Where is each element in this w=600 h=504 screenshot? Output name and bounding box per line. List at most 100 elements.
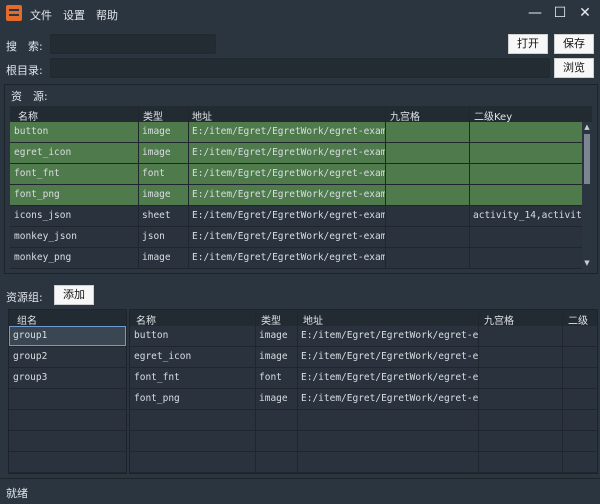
gcol-type[interactable]: 类型	[261, 312, 281, 327]
resource-cell-type[interactable]: image	[138, 248, 188, 268]
resource-cell-name[interactable]: egret_icon	[10, 143, 138, 163]
group-resource-cell-key[interactable]	[562, 389, 597, 409]
gcol-path[interactable]: 地址	[303, 312, 323, 327]
group-resource-cell-name[interactable]: font_fnt	[130, 368, 255, 388]
resource-cell-path[interactable]: E:/item/Egret/EgretWork/egret-examples	[188, 248, 385, 268]
col-type[interactable]: 类型	[143, 108, 163, 123]
resource-row[interactable]: icons_json sheet E:/item/Egret/EgretWork/e…	[10, 206, 592, 226]
resource-cell-path[interactable]: E:/item/Egret/EgretWork/egret-examples	[188, 206, 385, 226]
group-resource-cell-path[interactable]: E:/item/Egret/EgretWork/egret-examp	[297, 368, 478, 388]
group-resource-cell-type[interactable]: image	[255, 389, 297, 409]
col-nine-grid[interactable]: 九宫格	[390, 108, 420, 123]
resource-cell-type[interactable]: image	[138, 185, 188, 205]
resource-cell-type[interactable]: image	[138, 143, 188, 163]
group-resource-cell-name[interactable]: button	[130, 326, 255, 346]
group-resource-cell-name[interactable]: font_png	[130, 389, 255, 409]
group-resource-cell-path[interactable]: E:/item/Egret/EgretWork/egret-examp	[297, 389, 478, 409]
resources-scrollbar[interactable]: ▲ ▼	[582, 122, 592, 269]
group-name[interactable]: group3	[9, 368, 126, 388]
resource-cell-name[interactable]: monkey_json	[10, 227, 138, 247]
maximize-icon[interactable]: ☐	[551, 4, 569, 22]
group-list-item[interactable]: group1	[9, 326, 126, 346]
group-resource-cell-nine[interactable]	[478, 347, 562, 367]
resource-cell-path[interactable]: E:/item/Egret/EgretWork/egret-examples	[188, 227, 385, 247]
close-icon[interactable]: ✕	[576, 4, 594, 22]
resource-row[interactable]: font_fnt font E:/item/Egret/EgretWork/egre…	[10, 164, 592, 184]
resource-row[interactable]: button image E:/item/Egret/EgretWork/egret…	[10, 122, 592, 142]
group-resource-row[interactable]: font_png image E:/item/Egret/EgretWork/egr…	[130, 389, 597, 409]
resource-cell-key[interactable]	[469, 164, 582, 184]
scroll-down-icon[interactable]: ▼	[583, 259, 591, 267]
resource-cell-path[interactable]: E:/item/Egret/EgretWork/egret-examples	[188, 185, 385, 205]
group-resource-cell-nine[interactable]	[478, 389, 562, 409]
resource-cell-nine[interactable]	[385, 227, 469, 247]
group-resource-cell-type[interactable]: font	[255, 368, 297, 388]
group-name[interactable]: group1	[9, 326, 126, 346]
gcol-name[interactable]: 名称	[136, 312, 156, 327]
col-name[interactable]: 名称	[18, 108, 38, 123]
gcol-nine-grid[interactable]: 九宫格	[484, 312, 514, 327]
group-resource-row[interactable]: font_fnt font E:/item/Egret/EgretWork/egre…	[130, 368, 597, 388]
group-list-item[interactable]: group3	[9, 368, 126, 388]
resource-cell-name[interactable]: font_fnt	[10, 164, 138, 184]
group-resource-cell-nine[interactable]	[478, 326, 562, 346]
resource-cell-name[interactable]: font_png	[10, 185, 138, 205]
resource-cell-name[interactable]: monkey_png	[10, 248, 138, 268]
resource-cell-name[interactable]: icons_json	[10, 206, 138, 226]
resource-cell-type[interactable]: sheet	[138, 206, 188, 226]
resource-cell-key[interactable]	[469, 122, 582, 142]
group-resource-cell-key[interactable]	[562, 347, 597, 367]
resource-cell-nine[interactable]	[385, 143, 469, 163]
resource-cell-path[interactable]: E:/item/Egret/EgretWork/egret-examples	[188, 164, 385, 184]
scroll-thumb[interactable]	[584, 134, 590, 184]
resource-cell-name[interactable]: button	[10, 122, 138, 142]
open-button[interactable]: 打开	[508, 34, 548, 54]
resource-cell-path[interactable]: E:/item/Egret/EgretWork/egret-examples	[188, 143, 385, 163]
resource-cell-path[interactable]: E:/item/Egret/EgretWork/egret-examples	[188, 122, 385, 142]
group-resource-row[interactable]: egret_icon image E:/item/Egret/EgretWork/e…	[130, 347, 597, 367]
col-group-name[interactable]: 组名	[17, 312, 37, 327]
group-resource-row[interactable]: button image E:/item/Egret/EgretWork/egret…	[130, 326, 597, 346]
minimize-icon[interactable]: —	[526, 4, 544, 22]
resource-row[interactable]: monkey_json json E:/item/Egret/EgretWork/e…	[10, 227, 592, 247]
save-button[interactable]: 保存	[554, 34, 594, 54]
resources-table-header: 名称 类型 地址 九宫格 二级Key	[10, 106, 592, 123]
resource-cell-nine[interactable]	[385, 185, 469, 205]
group-resource-cell-type[interactable]: image	[255, 326, 297, 346]
group-resource-cell-type[interactable]: image	[255, 347, 297, 367]
resource-cell-key[interactable]	[469, 143, 582, 163]
col-path[interactable]: 地址	[192, 108, 212, 123]
root-dir-input[interactable]	[50, 58, 550, 78]
menu-settings[interactable]: 设置	[63, 7, 85, 23]
resource-cell-nine[interactable]	[385, 122, 469, 142]
resource-cell-nine[interactable]	[385, 164, 469, 184]
group-resource-cell-path[interactable]: E:/item/Egret/EgretWork/egret-examp	[297, 347, 478, 367]
resource-cell-type[interactable]: json	[138, 227, 188, 247]
group-resource-cell-nine[interactable]	[478, 368, 562, 388]
col-sub-key[interactable]: 二级Key	[474, 108, 512, 123]
resource-row[interactable]: egret_icon image E:/item/Egret/EgretWork/e…	[10, 143, 592, 163]
scroll-up-icon[interactable]: ▲	[583, 123, 591, 131]
browse-button[interactable]: 浏览	[554, 58, 594, 78]
resource-cell-type[interactable]: image	[138, 122, 188, 142]
menu-file[interactable]: 文件	[30, 7, 52, 23]
menu-help[interactable]: 帮助	[96, 7, 118, 23]
group-resource-cell-name[interactable]: egret_icon	[130, 347, 255, 367]
resource-cell-key[interactable]	[469, 227, 582, 247]
resource-cell-key[interactable]	[469, 248, 582, 268]
search-input[interactable]	[50, 34, 216, 54]
resource-cell-key[interactable]	[469, 185, 582, 205]
resource-row[interactable]: monkey_png image E:/item/Egret/EgretWork/e…	[10, 248, 592, 268]
group-list-item[interactable]: group2	[9, 347, 126, 367]
resource-cell-type[interactable]: font	[138, 164, 188, 184]
gcol-sub-key[interactable]: 二级	[568, 312, 588, 327]
resource-row[interactable]: font_png image E:/item/Egret/EgretWork/egr…	[10, 185, 592, 205]
resource-cell-nine[interactable]	[385, 206, 469, 226]
resource-cell-key[interactable]: activity_14,activity_6	[469, 206, 582, 226]
resource-cell-nine[interactable]	[385, 248, 469, 268]
group-resource-cell-key[interactable]	[562, 368, 597, 388]
group-resource-cell-path[interactable]: E:/item/Egret/EgretWork/egret-examp	[297, 326, 478, 346]
add-group-button[interactable]: 添加	[54, 285, 94, 305]
group-name[interactable]: group2	[9, 347, 126, 367]
group-resource-cell-key[interactable]	[562, 326, 597, 346]
